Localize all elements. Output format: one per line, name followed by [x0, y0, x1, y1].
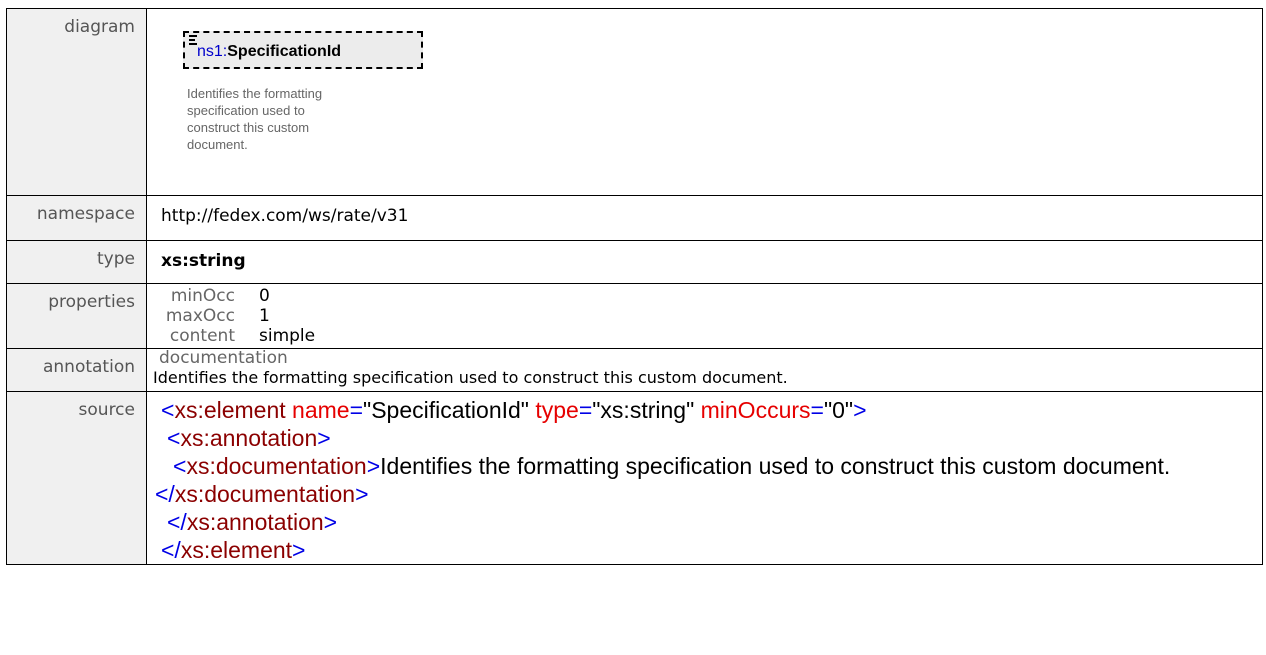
label-namespace: namespace [6, 195, 147, 241]
source-cell: <xs:element name="SpecificationId" type=… [146, 391, 1263, 565]
annotation-heading: documentation [159, 348, 288, 368]
label-source: source [6, 391, 147, 565]
label-diagram: diagram [6, 8, 147, 196]
element-name: ns1:SpecificationId [197, 43, 342, 60]
namespace-value: http://fedex.com/ws/rate/v31 [146, 195, 1263, 241]
property-row: minOcc 0 [170, 286, 270, 306]
diagram-doc: Identifies the formatting specification … [187, 86, 323, 152]
diagram-cell: ns1:SpecificationId Identifies the forma… [146, 8, 1263, 196]
element-box[interactable]: ns1:SpecificationId [183, 31, 423, 69]
property-row: maxOcc 1 [165, 306, 270, 326]
schema-doc-table: diagram ns1:SpecificationId Identifies t… [6, 8, 1263, 565]
label-properties: properties [6, 283, 147, 349]
type-value[interactable]: xs:string [146, 240, 1263, 284]
documentation-lines-icon [189, 35, 197, 47]
properties-cell: minOcc 0 maxOcc 1 content simple [146, 283, 1263, 349]
source-code: <xs:element name="SpecificationId" type=… [155, 397, 1171, 563]
property-row: content simple [169, 326, 316, 346]
annotation-text: Identifies the formatting specification … [153, 368, 788, 387]
label-type: type [6, 240, 147, 284]
label-annotation: annotation [6, 348, 147, 392]
annotation-cell: documentation Identifies the formatting … [146, 348, 1263, 392]
